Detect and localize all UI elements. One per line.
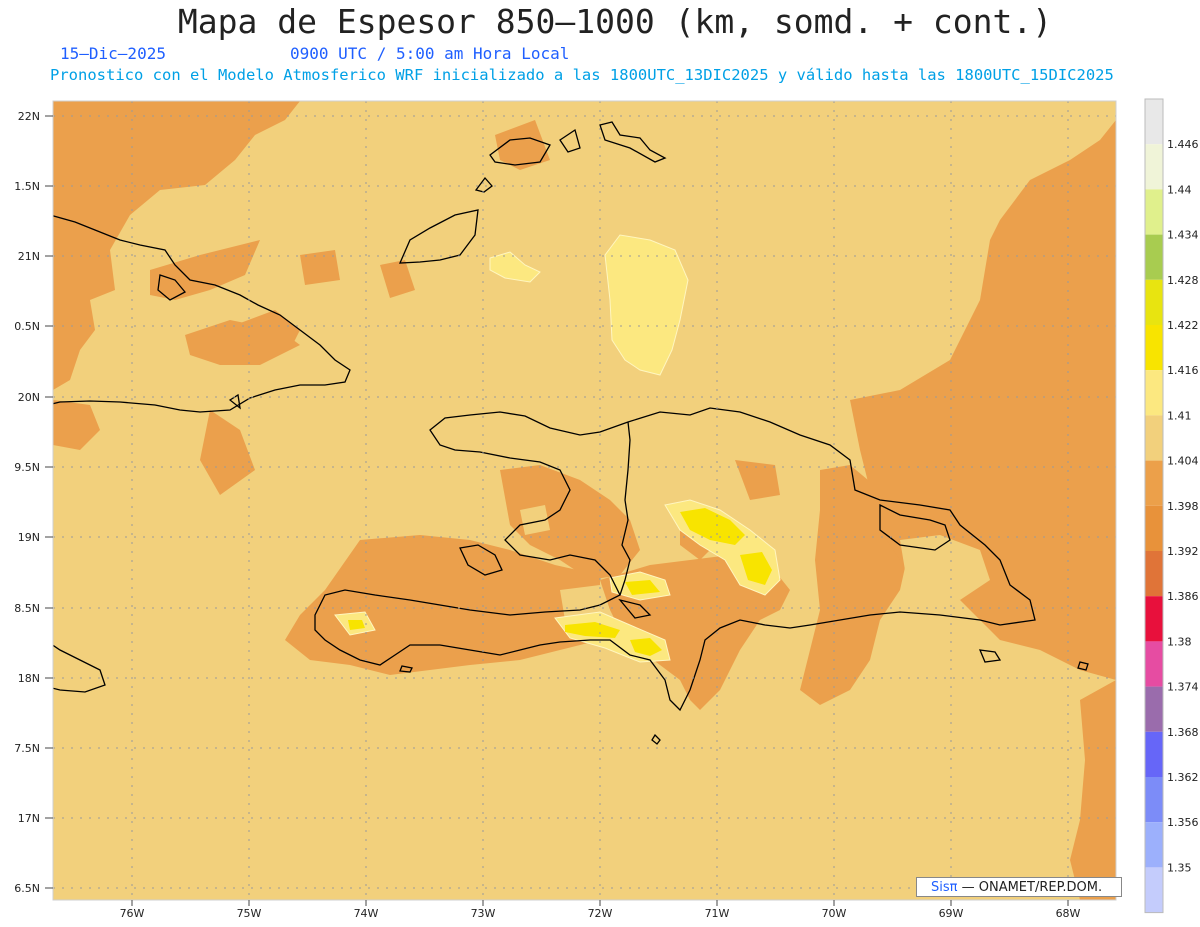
legend-label: 1.434 [1167,229,1199,242]
credit-logo: Sisπ [931,880,958,895]
legend-label: 1.416 [1167,364,1199,377]
legend-label: 1.38 [1167,635,1192,648]
longitude-label: 75W [237,907,262,920]
latitude-label: 6.5N [14,882,40,895]
credit-box: Sisπ — ONAMET/REP.DOM. [916,877,1122,897]
latitude-label: 17N [18,812,40,825]
legend-label: 1.392 [1167,545,1199,558]
longitude-label: 68W [1056,907,1081,920]
legend-label: 1.404 [1167,455,1199,468]
legend-swatch [1145,144,1163,190]
legend-swatch [1145,460,1163,506]
legend-label: 1.356 [1167,816,1199,829]
legend-swatch [1145,551,1163,597]
latitude-label: 19N [18,531,40,544]
legend-label: 1.422 [1167,319,1199,332]
legend-swatch [1145,731,1163,777]
legend-label: 1.374 [1167,681,1199,694]
latitude-label: 18N [18,672,40,685]
legend-swatch [1145,189,1163,235]
legend-swatch [1145,505,1163,551]
legend-swatch [1145,822,1163,868]
latitude-axis: 22N 1.5N 21N 0.5N 20N 9.5N 19N 8.5N 18N 7.5N 17N 6.… [14,110,53,895]
credit-text: — ONAMET/REP.DOM. [961,880,1103,895]
longitude-label: 73W [471,907,496,920]
longitude-label: 76W [120,907,145,920]
legend-swatch [1145,867,1163,913]
legend-swatch [1145,325,1163,371]
legend-swatch [1145,641,1163,687]
longitude-label: 69W [939,907,964,920]
legend-label: 1.44 [1167,183,1192,196]
thickness-map: 22N 1.5N 21N 0.5N 20N 9.5N 19N 8.5N 18N 7.5N 17N 6.… [14,98,1199,920]
legend-swatch [1145,777,1163,823]
longitude-axis: 76W 75W 74W 73W 72W 71W 70W 69W 68W [120,900,1081,920]
latitude-label: 8.5N [14,602,40,615]
legend-swatch [1145,99,1163,145]
longitude-label: 70W [822,907,847,920]
color-legend: 1.446 1.44 1.434 1.428 1.422 1.416 1.41 1.404 1.… [1144,98,1199,914]
legend-swatch [1145,596,1163,642]
legend-label: 1.398 [1167,500,1199,513]
legend-label: 1.428 [1167,274,1199,287]
legend-swatch [1145,686,1163,732]
latitude-label: 7.5N [14,742,40,755]
legend-swatch [1145,234,1163,280]
legend-label: 1.368 [1167,726,1199,739]
legend-label: 1.35 [1167,861,1192,874]
legend-swatch [1145,279,1163,325]
latitude-label: 0.5N [14,320,40,333]
legend-label: 1.386 [1167,590,1199,603]
legend-swatch [1145,370,1163,416]
longitude-label: 74W [354,907,379,920]
longitude-label: 71W [705,907,730,920]
latitude-label: 20N [18,391,40,404]
legend-swatch [1145,415,1163,461]
latitude-label: 21N [18,250,40,263]
latitude-label: 1.5N [14,180,40,193]
legend-label: 1.41 [1167,409,1192,422]
legend-label: 1.446 [1167,138,1199,151]
latitude-label: 9.5N [14,461,40,474]
latitude-label: 22N [18,110,40,123]
longitude-label: 72W [588,907,613,920]
legend-label: 1.362 [1167,771,1199,784]
